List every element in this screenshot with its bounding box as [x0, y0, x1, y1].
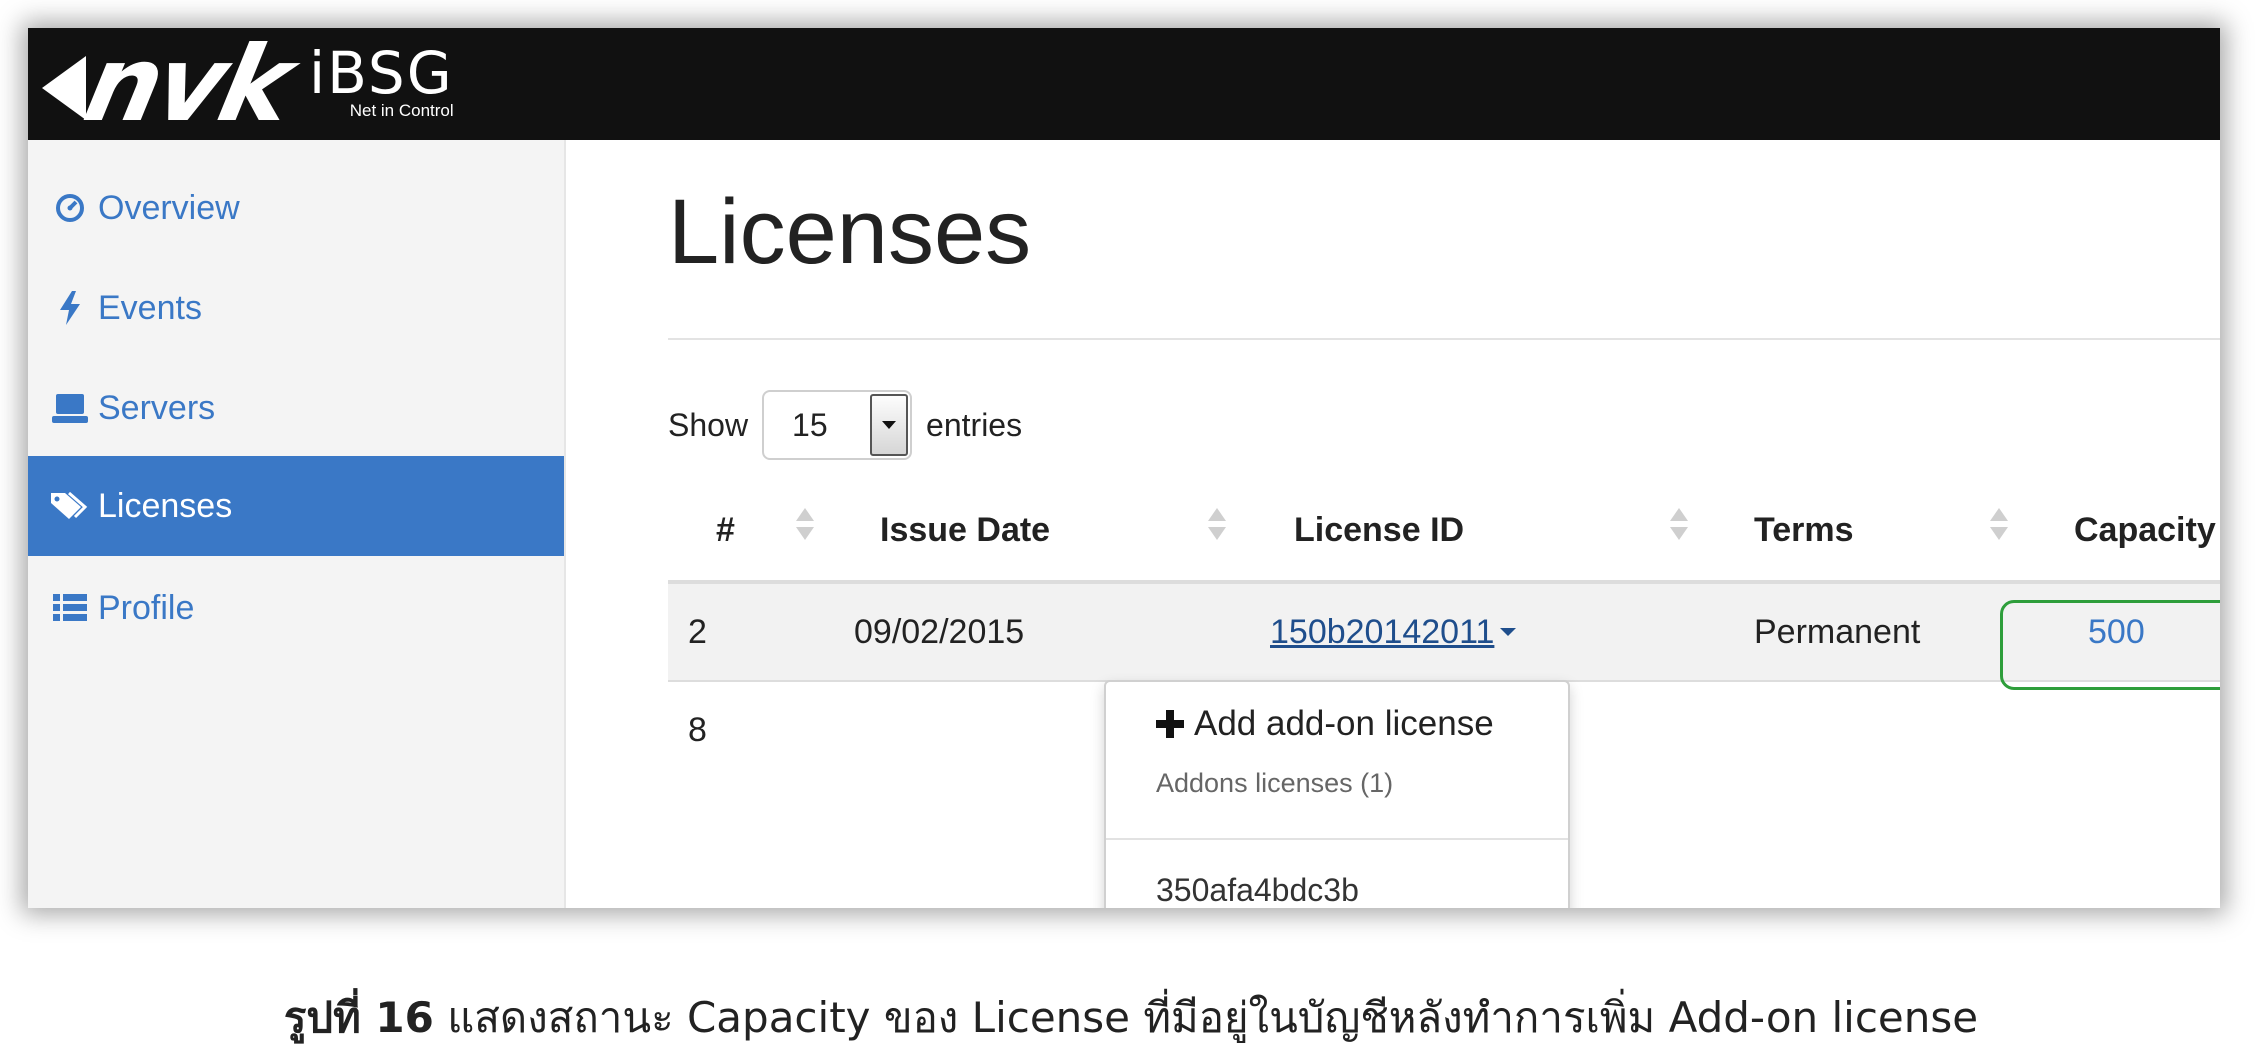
- app-screenshot: nvk iBSG Net in Control Overview Events …: [28, 28, 2220, 908]
- plus-icon: [1156, 710, 1184, 738]
- chevron-down-icon[interactable]: [870, 394, 909, 456]
- dropdown-divider: [1106, 838, 1568, 840]
- sidebar-item-servers[interactable]: Servers: [28, 358, 564, 458]
- caption-text: แสดงสถานะ Capacity ของ License ที่มีอยู่…: [447, 993, 1979, 1042]
- sidebar: Overview Events Servers Licenses Profile: [28, 140, 566, 908]
- list-icon: [50, 588, 90, 628]
- entries-label: entries: [926, 406, 1023, 443]
- column-header-license-id[interactable]: License ID: [1294, 480, 1464, 580]
- sidebar-item-overview[interactable]: Overview: [28, 158, 564, 258]
- column-header-capacity[interactable]: Capacity: [2074, 480, 2216, 580]
- page-size-control: Show 15 entries: [668, 390, 1022, 460]
- sidebar-item-label: Events: [98, 288, 202, 327]
- top-bar: nvk iBSG Net in Control: [28, 28, 2220, 145]
- addons-header: Addons licenses (1): [1156, 768, 1394, 798]
- license-id-link[interactable]: 150b20142011: [1270, 613, 1494, 652]
- sidebar-item-label: Servers: [98, 388, 216, 427]
- column-header-terms[interactable]: Terms: [1754, 480, 1854, 580]
- figure-number: รูปที่ 16: [283, 993, 434, 1042]
- sidebar-item-label: Profile: [98, 588, 195, 627]
- cell-issue-date: 09/02/2015: [854, 612, 1025, 651]
- dashboard-icon: [50, 188, 90, 228]
- brand-logo[interactable]: nvk iBSG Net in Control: [42, 28, 454, 145]
- product-tagline: Net in Control: [349, 101, 454, 120]
- sidebar-item-events[interactable]: Events: [28, 258, 564, 358]
- sidebar-item-profile[interactable]: Profile: [28, 558, 564, 658]
- figure-caption: รูปที่ 16 แสดงสถานะ Capacity ของ License…: [0, 985, 2262, 1051]
- cell-num: 8: [688, 710, 707, 749]
- server-icon: [50, 388, 90, 428]
- sort-icon[interactable]: [1670, 508, 1688, 552]
- column-header-num[interactable]: #: [716, 480, 735, 580]
- page-title: Licenses: [668, 181, 1032, 283]
- page-size-select[interactable]: 15: [762, 390, 913, 460]
- bolt-icon: [50, 288, 90, 328]
- product-name: iBSG: [309, 39, 454, 107]
- sort-icon[interactable]: [796, 508, 814, 552]
- add-addon-license-button[interactable]: Add add-on license: [1156, 704, 1494, 744]
- license-id-dropdown-toggle[interactable]: 150b20142011: [1270, 584, 1517, 680]
- logo-arrow-icon: [42, 56, 86, 120]
- capacity-highlight-box: [2000, 600, 2220, 690]
- caret-down-icon[interactable]: [1500, 628, 1517, 636]
- sort-icon[interactable]: [1990, 508, 2008, 552]
- table-row: 2 09/02/2015 150b20142011 Permanent 500: [668, 584, 2220, 682]
- sort-icon[interactable]: [1208, 508, 1226, 552]
- show-label: Show: [668, 406, 749, 443]
- cell-num: 2: [688, 612, 707, 651]
- page-size-value: 15: [792, 406, 828, 443]
- main-content: Licenses Show 15 entries # Issue Date Li…: [668, 140, 2220, 908]
- add-addon-license-label: Add add-on license: [1194, 704, 1494, 743]
- table-header: # Issue Date License ID Terms Capacity: [668, 480, 2220, 584]
- cell-terms: Permanent: [1754, 612, 1921, 651]
- logo-product-block: iBSG Net in Control: [309, 44, 454, 120]
- column-header-issue-date[interactable]: Issue Date: [880, 480, 1050, 580]
- addon-license-item[interactable]: 350afa4bdc3b: [1156, 872, 1359, 908]
- sidebar-item-label: Overview: [98, 188, 240, 227]
- tags-icon: [50, 486, 90, 526]
- license-dropdown-menu: Add add-on license Addons licenses (1) 3…: [1104, 680, 1570, 908]
- title-divider: [668, 338, 2220, 340]
- sidebar-item-label: Licenses: [98, 486, 233, 525]
- sidebar-item-licenses[interactable]: Licenses: [28, 456, 564, 556]
- logo-wordmark: nvk: [75, 28, 300, 145]
